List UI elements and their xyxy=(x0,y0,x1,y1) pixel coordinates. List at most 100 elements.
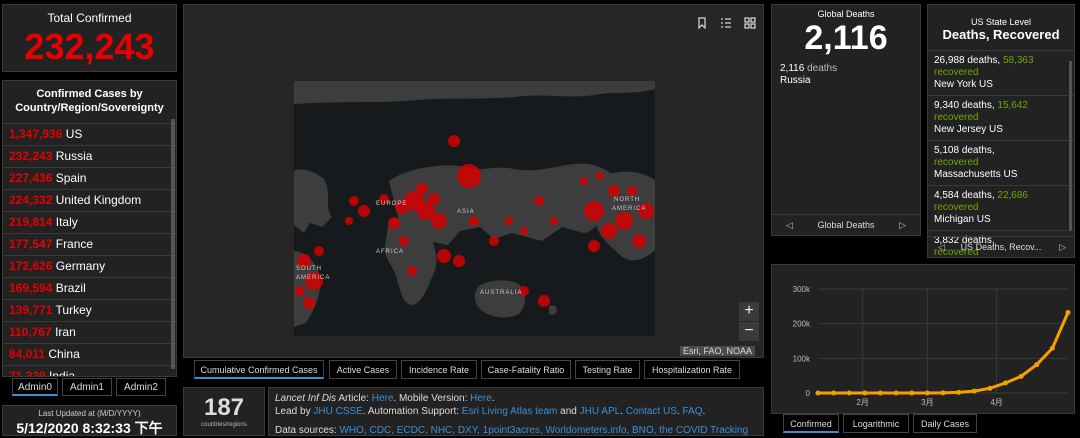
data-point[interactable] xyxy=(1003,380,1008,386)
case-dot[interactable] xyxy=(627,186,637,196)
tab-case-fatality[interactable]: Case-Fatality Ratio xyxy=(481,360,571,379)
data-point[interactable] xyxy=(940,390,946,396)
zoom-out-button[interactable]: − xyxy=(739,322,759,341)
case-dot[interactable] xyxy=(303,297,315,309)
list-item[interactable]: 26,988 deaths, 58,363 recovered New York U… xyxy=(928,50,1074,95)
legend-list-icon[interactable] xyxy=(716,15,736,35)
case-dot[interactable] xyxy=(358,205,370,217)
case-dot[interactable] xyxy=(538,295,550,307)
map-label-north-america: AMERICA xyxy=(612,206,646,212)
tab-active-cases[interactable]: Active Cases xyxy=(329,360,397,379)
data-point[interactable] xyxy=(1034,362,1040,368)
tab-admin0[interactable]: Admin0 xyxy=(12,378,58,396)
data-point[interactable] xyxy=(893,390,899,396)
list-item[interactable]: 227,436 Spain xyxy=(3,167,176,189)
list-item[interactable]: 9,340 deaths, 15,642 recovered New Jersey … xyxy=(928,95,1074,140)
data-point[interactable] xyxy=(1049,345,1055,351)
list-item[interactable]: 84,011 China xyxy=(3,343,176,365)
country-list-scrollbar[interactable] xyxy=(171,119,175,369)
case-dot[interactable] xyxy=(596,172,604,180)
case-dot[interactable] xyxy=(601,223,617,239)
data-point[interactable] xyxy=(924,390,930,396)
data-point[interactable] xyxy=(1018,373,1024,379)
case-dot[interactable] xyxy=(349,196,359,206)
data-point[interactable] xyxy=(1065,309,1071,315)
data-point[interactable] xyxy=(831,390,837,396)
data-point[interactable] xyxy=(987,385,993,391)
case-dot[interactable] xyxy=(608,185,620,197)
data-point[interactable] xyxy=(815,390,821,396)
us-state-scrollbar[interactable] xyxy=(1069,61,1072,231)
article-here-link[interactable]: Here xyxy=(372,393,394,404)
data-point[interactable] xyxy=(956,389,962,395)
case-dot[interactable] xyxy=(295,286,305,296)
world-map[interactable]: EUROPE ASIA AFRICA NORTH AMERICA SOUTH A… xyxy=(294,81,655,336)
case-dot[interactable] xyxy=(416,183,428,195)
tab-hospitalization-rate[interactable]: Hospitalization Rate xyxy=(644,360,740,379)
mobile-here-link[interactable]: Here xyxy=(470,393,492,404)
case-dot[interactable] xyxy=(632,234,646,248)
list-item[interactable]: 5,108 deaths, recovered Massachusetts US xyxy=(928,140,1074,185)
data-point[interactable] xyxy=(971,388,977,394)
chevron-left-icon[interactable]: ◁ xyxy=(938,237,945,257)
tab-admin1[interactable]: Admin1 xyxy=(62,378,112,396)
data-sources-link[interactable]: WHO, CDC, ECDC, NHC, DXY, 1point3acres, … xyxy=(339,425,748,435)
data-point[interactable] xyxy=(878,390,883,396)
map-panel[interactable]: EUROPE ASIA AFRICA NORTH AMERICA SOUTH A… xyxy=(183,4,764,358)
case-dot[interactable] xyxy=(345,217,353,225)
list-item[interactable]: 219,814 Italy xyxy=(3,211,176,233)
case-dot[interactable] xyxy=(453,255,465,267)
tab-incidence-rate[interactable]: Incidence Rate xyxy=(401,360,477,379)
case-dot[interactable] xyxy=(431,213,447,229)
case-dot[interactable] xyxy=(314,246,324,256)
case-dot[interactable] xyxy=(588,240,600,252)
tab-admin2[interactable]: Admin2 xyxy=(116,378,166,396)
data-point[interactable] xyxy=(862,390,868,396)
data-point[interactable] xyxy=(846,390,852,396)
list-item[interactable]: 71,339 India xyxy=(3,365,176,376)
list-item[interactable]: 232,243 Russia xyxy=(3,145,176,167)
list-item[interactable]: 139,771 Turkey xyxy=(3,299,176,321)
basemap-gallery-icon[interactable] xyxy=(740,15,760,35)
case-dot[interactable] xyxy=(520,227,528,235)
esri-link[interactable]: Esri Living Atlas team xyxy=(462,406,558,417)
case-dot[interactable] xyxy=(534,196,544,206)
list-item[interactable]: 169,594 Brazil xyxy=(3,277,176,299)
zoom-in-button[interactable]: + xyxy=(739,302,759,321)
case-dot[interactable] xyxy=(428,193,440,205)
list-item[interactable]: 110,767 Iran xyxy=(3,321,176,343)
list-item[interactable]: 1,347,936 US xyxy=(3,123,176,145)
faq-link[interactable]: FAQ xyxy=(682,406,702,417)
list-item[interactable]: 172,626 Germany xyxy=(3,255,176,277)
case-dot[interactable] xyxy=(457,164,481,188)
tab-cumulative-confirmed[interactable]: Cumulative Confirmed Cases xyxy=(194,360,324,379)
case-dot[interactable] xyxy=(550,217,558,225)
case-dot[interactable] xyxy=(580,177,588,185)
case-dot[interactable] xyxy=(505,217,513,225)
contact-link[interactable]: Contact US xyxy=(626,406,677,417)
jhu-csse-link[interactable]: JHU CSSE xyxy=(313,406,362,417)
list-item[interactable]: 177,547 France xyxy=(3,233,176,255)
tab-confirmed[interactable]: Confirmed xyxy=(783,414,839,433)
chevron-right-icon[interactable]: ▷ xyxy=(899,215,906,235)
case-dot[interactable] xyxy=(469,216,479,226)
case-dot[interactable] xyxy=(407,266,417,276)
chevron-left-icon[interactable]: ◁ xyxy=(786,215,793,235)
bookmark-icon[interactable] xyxy=(692,15,712,35)
case-dot[interactable] xyxy=(489,236,499,246)
case-dot[interactable] xyxy=(615,212,633,230)
tab-daily-cases[interactable]: Daily Cases xyxy=(913,414,977,433)
list-item[interactable]: 4,584 deaths, 22,686 recovered Michigan US xyxy=(928,185,1074,230)
list-item[interactable]: 224,332 United Kingdom xyxy=(3,189,176,211)
case-dot[interactable] xyxy=(388,217,400,229)
country-name: Italy xyxy=(55,215,78,229)
tab-testing-rate[interactable]: Testing Rate xyxy=(575,360,640,379)
tab-logarithmic[interactable]: Logarithmic xyxy=(843,414,909,433)
data-point[interactable] xyxy=(909,390,915,396)
jhu-apl-link[interactable]: JHU APL xyxy=(580,406,621,417)
chevron-right-icon[interactable]: ▷ xyxy=(1059,237,1066,257)
case-dot[interactable] xyxy=(437,249,451,263)
case-dot[interactable] xyxy=(584,201,604,221)
case-dot[interactable] xyxy=(399,236,409,246)
case-dot[interactable] xyxy=(448,135,460,147)
